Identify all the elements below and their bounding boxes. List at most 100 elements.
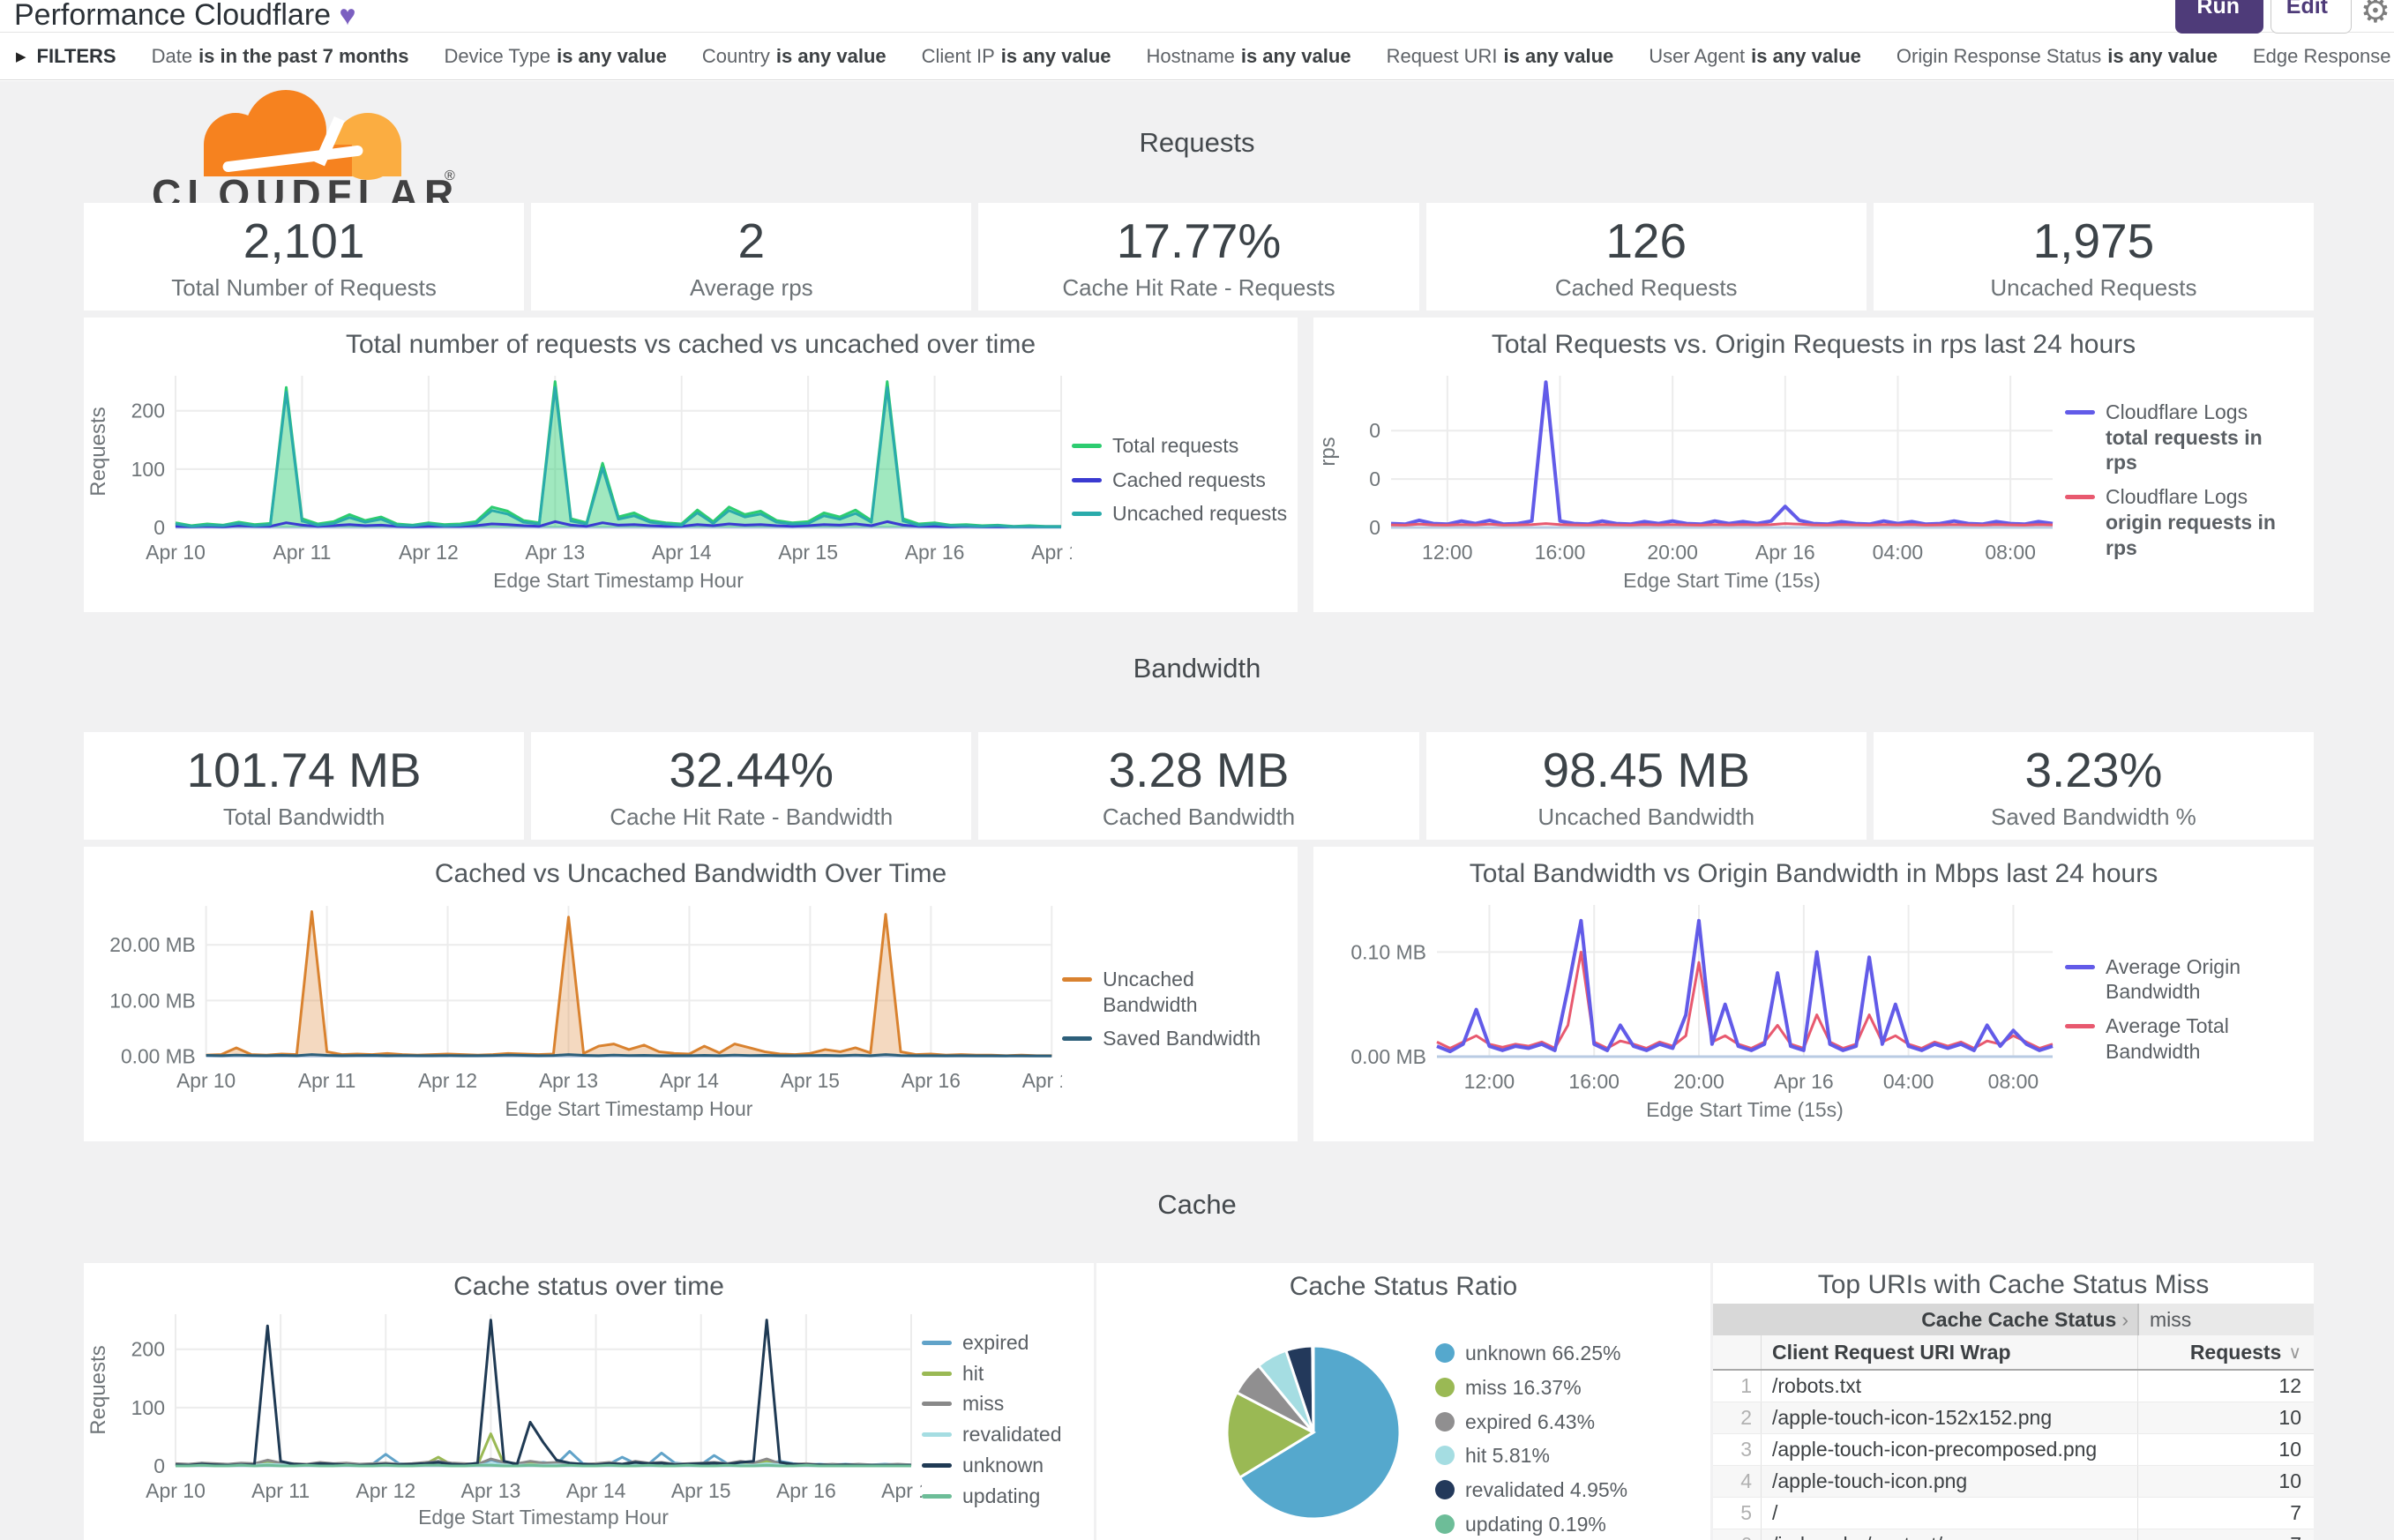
requests-over-time-chart[interactable]: Apr 10Apr 11Apr 12Apr 13Apr 14Apr 15Apr … — [84, 362, 1072, 598]
svg-text:200: 200 — [131, 400, 165, 422]
svg-text:Apr 16: Apr 16 — [1755, 541, 1815, 564]
chevron-right-icon: › — [2121, 1308, 2128, 1331]
row-uri[interactable]: /robots.txt — [1762, 1374, 2137, 1398]
table-row[interactable]: 3/apple-touch-icon-precomposed.png10 — [1713, 1434, 2314, 1466]
legend-label: Average Total Bandwidth — [2106, 1013, 2294, 1065]
filter-item[interactable]: Countryis any value — [702, 45, 887, 68]
table-row[interactable]: 6/index.php/contact/7 — [1713, 1529, 2314, 1540]
row-number: 5 — [1713, 1498, 1762, 1529]
legend-item: Cached requests — [1072, 467, 1287, 493]
table-row[interactable]: 1/robots.txt12 — [1713, 1371, 2314, 1402]
legend-item: Cloudflare Logs total requests in rps — [2065, 400, 2294, 475]
legend-swatch-icon — [1072, 478, 1102, 482]
expand-triangle-icon: ▶ — [16, 49, 26, 64]
svg-text:12:00: 12:00 — [1464, 1070, 1515, 1093]
svg-text:08:00: 08:00 — [1988, 1070, 2039, 1093]
legend-swatch-icon — [922, 1402, 952, 1406]
filter-item[interactable]: Hostnameis any value — [1147, 45, 1351, 68]
filters-toggle[interactable]: ▶ FILTERS — [16, 45, 116, 68]
kpi-tile[interactable]: 3.23%Saved Bandwidth % — [1874, 732, 2314, 840]
legend-label: unknown — [962, 1453, 1044, 1478]
filter-item[interactable]: Origin Response Statusis any value — [1896, 45, 2218, 68]
pie-legend: unknown 66.25%miss 16.37%expired 6.43%hi… — [1435, 1341, 1633, 1537]
svg-text:Apr 11: Apr 11 — [298, 1069, 355, 1092]
legend-label: Uncached Bandwidth — [1103, 967, 1292, 1018]
run-button[interactable]: Run — [2175, 0, 2263, 34]
legend-label: updating 0.19% — [1465, 1512, 1606, 1537]
svg-text:Edge Start Time (15s): Edge Start Time (15s) — [1646, 1098, 1844, 1121]
filter-item[interactable]: Client IPis any value — [922, 45, 1111, 68]
filters-bar: ▶ FILTERS Dateis in the past 7 months Dev… — [0, 34, 2394, 80]
kpi-tile[interactable]: 17.77%Cache Hit Rate - Requests — [978, 203, 1418, 310]
svg-text:08:00: 08:00 — [1985, 541, 2036, 564]
legend-label: unknown 66.25% — [1465, 1341, 1620, 1366]
legend-label: updating — [962, 1484, 1040, 1509]
kpi-label: Uncached Bandwidth — [1537, 804, 1754, 831]
table-row[interactable]: 2/apple-touch-icon-152x152.png10 — [1713, 1402, 2314, 1434]
uri-column-header[interactable]: Client Request URI Wrap — [1762, 1341, 2137, 1364]
row-uri[interactable]: /apple-touch-icon-precomposed.png — [1762, 1438, 2137, 1462]
row-requests: 12 — [2137, 1371, 2314, 1402]
row-number: 4 — [1713, 1466, 1762, 1497]
chart-title: Cache status over time — [84, 1263, 1094, 1304]
cache-ratio-pie[interactable] — [1216, 1335, 1410, 1529]
svg-text:Apr 13: Apr 13 — [461, 1479, 521, 1502]
legend-label: Cloudflare Logs total requests in rps — [2106, 400, 2294, 475]
cache-status-chart[interactable]: Apr 10Apr 11Apr 12Apr 13Apr 14Apr 15Apr … — [84, 1304, 922, 1535]
row-uri[interactable]: /apple-touch-icon.png — [1762, 1469, 2137, 1493]
row-uri[interactable]: /index.php/contact/ — [1762, 1533, 2137, 1540]
legend-item: Total requests — [1072, 433, 1287, 459]
kpi-tile[interactable]: 3.28 MBCached Bandwidth — [978, 732, 1418, 840]
filter-item[interactable]: Request URIis any value — [1387, 45, 1614, 68]
legend-swatch-icon — [2065, 1024, 2095, 1028]
filter-item[interactable]: Device Typeis any value — [444, 45, 666, 68]
legend-label: revalidated — [962, 1422, 1062, 1447]
legend-swatch-icon — [922, 1341, 952, 1345]
svg-text:Edge Start Timestamp Hour: Edge Start Timestamp Hour — [505, 1097, 753, 1120]
kpi-tile[interactable]: 101.74 MBTotal Bandwidth — [84, 732, 524, 840]
kpi-tile[interactable]: 2Average rps — [531, 203, 971, 310]
chart-legend: Cloudflare Logs total requests in rpsClo… — [2065, 362, 2300, 598]
legend-label: Saved Bandwidth — [1103, 1026, 1261, 1051]
filter-item[interactable]: Dateis in the past 7 months — [152, 45, 409, 68]
table-row[interactable]: 4/apple-touch-icon.png10 — [1713, 1466, 2314, 1498]
row-uri[interactable]: /apple-touch-icon-152x152.png — [1762, 1406, 2137, 1430]
kpi-tile[interactable]: 98.45 MBUncached Bandwidth — [1426, 732, 1867, 840]
legend-item: miss 16.37% — [1435, 1375, 1627, 1401]
edit-button[interactable]: Edit — [2271, 0, 2352, 34]
legend-item: miss — [922, 1391, 1080, 1417]
legend-label: Total requests — [1112, 433, 1238, 459]
kpi-tile[interactable]: 2,101Total Number of Requests — [84, 203, 524, 310]
gear-icon[interactable]: ⚙ — [2360, 0, 2390, 31]
svg-text:Edge Start Timestamp Hour: Edge Start Timestamp Hour — [493, 569, 744, 592]
svg-text:Apr 14: Apr 14 — [652, 541, 712, 564]
kpi-tile[interactable]: 32.44%Cache Hit Rate - Bandwidth — [531, 732, 971, 840]
table-row[interactable]: 5/7 — [1713, 1498, 2314, 1529]
svg-text:Apr 11: Apr 11 — [273, 541, 331, 564]
legend-dot-icon — [1435, 1412, 1455, 1432]
kpi-tile[interactable]: 126Cached Requests — [1426, 203, 1867, 310]
kpi-label: Saved Bandwidth % — [1991, 804, 2196, 831]
requests-column-header[interactable]: Requests∨ — [2137, 1335, 2314, 1369]
table-pivot-row: Cache Cache Status› miss — [1713, 1304, 2314, 1335]
row-requests: 7 — [2137, 1529, 2314, 1540]
svg-text:Apr 15: Apr 15 — [671, 1479, 731, 1502]
legend-item: expired — [922, 1330, 1080, 1356]
kpi-tile[interactable]: 1,975Uncached Requests — [1874, 203, 2314, 310]
svg-text:Apr 17: Apr 17 — [1022, 1069, 1062, 1092]
svg-text:Apr 15: Apr 15 — [778, 541, 838, 564]
filter-item[interactable]: Edge Response Statusis any value — [2253, 45, 2394, 68]
requests-rps-chart[interactable]: 12:0016:0020:00Apr 1604:0008:00000rpsEdg… — [1313, 362, 2065, 598]
svg-text:04:00: 04:00 — [1873, 541, 1924, 564]
bandwidth-over-time-chart[interactable]: Apr 10Apr 11Apr 12Apr 13Apr 14Apr 15Apr … — [84, 891, 1062, 1127]
row-number: 3 — [1713, 1434, 1762, 1465]
bandwidth-24h-chart[interactable]: 12:0016:0020:00Apr 1604:0008:000.00 MB0.… — [1313, 891, 2065, 1127]
legend-swatch-icon — [1072, 512, 1102, 516]
filter-item[interactable]: User Agentis any value — [1649, 45, 1861, 68]
legend-label: expired 6.43% — [1465, 1409, 1595, 1435]
svg-text:Apr 11: Apr 11 — [251, 1479, 310, 1502]
chart-panel-bandwidth-over-time: Cached vs Uncached Bandwidth Over Time A… — [84, 847, 1298, 1141]
row-uri[interactable]: / — [1762, 1501, 2137, 1525]
kpi-row-bandwidth: 101.74 MBTotal Bandwidth32.44%Cache Hit … — [84, 732, 2314, 840]
kpi-value: 2 — [738, 213, 766, 269]
